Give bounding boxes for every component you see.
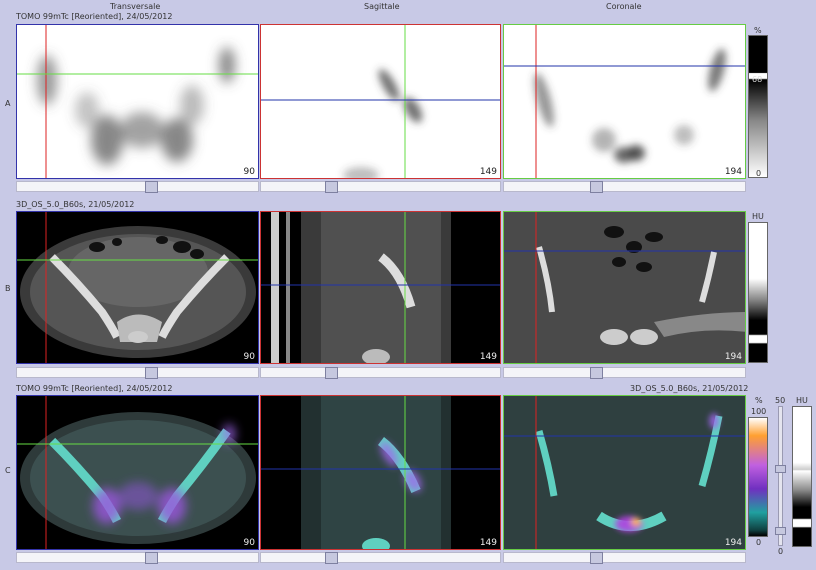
row-c-scale-max: 100: [751, 407, 767, 416]
slice-number: 194: [724, 167, 742, 177]
slider-thumb[interactable]: [145, 181, 158, 193]
row-c-transversal-slider[interactable]: [16, 552, 259, 563]
row-b-intensity-scale: [748, 222, 768, 363]
slice-number: 149: [479, 167, 497, 177]
row-c-title-left: TOMO 99mTc [Reoriented], 24/05/2012: [16, 384, 173, 393]
row-c-scale-min: 0: [756, 538, 762, 547]
row-a-sagittal-view[interactable]: 149: [260, 24, 501, 179]
header-coronale: Coronale: [606, 2, 642, 11]
row-b-title: 3D_OS_5.0_B60s, 21/05/2012: [16, 200, 135, 209]
slice-number: 194: [724, 538, 742, 548]
row-a-coronal-slider[interactable]: [503, 181, 746, 192]
row-a-letter: A: [5, 99, 11, 108]
slice-number: 90: [243, 352, 255, 362]
row-a-transversal-slider[interactable]: [16, 181, 259, 192]
row-c-scale-unit-hu: HU: [796, 396, 808, 405]
row-b-transversal-slider[interactable]: [16, 367, 259, 378]
slice-number: 149: [479, 352, 497, 362]
row-a-scale-unit: %: [754, 26, 762, 35]
slider-thumb[interactable]: [325, 367, 338, 379]
row-a-coronal-view[interactable]: 194: [503, 24, 746, 179]
slider-thumb[interactable]: [775, 527, 786, 535]
row-c-vslider-min: 0: [778, 547, 784, 556]
row-a-sagittal-slider[interactable]: [260, 181, 501, 192]
slider-thumb[interactable]: [145, 367, 158, 379]
row-b-scale-unit: HU: [752, 212, 764, 221]
row-c-letter: C: [5, 466, 11, 475]
slider-thumb[interactable]: [590, 552, 603, 564]
row-c-vslider-max: 50: [775, 396, 786, 405]
slider-thumb[interactable]: [590, 367, 603, 379]
header-sagittale: Sagittale: [364, 2, 400, 11]
row-a-scale-min: 0: [756, 169, 762, 178]
row-b-sagittal-slider[interactable]: [260, 367, 501, 378]
slice-number: 90: [243, 167, 255, 177]
row-c-scale-unit-pct: %: [755, 396, 763, 405]
slider-thumb[interactable]: [775, 465, 786, 473]
row-a-title: TOMO 99mTc [Reoriented], 24/05/2012: [16, 12, 173, 21]
row-c-sagittal-slider[interactable]: [260, 552, 501, 563]
row-c-title-right: 3D_OS_5.0_B60s, 21/05/2012: [630, 384, 749, 393]
row-c-coronal-view[interactable]: 194: [503, 395, 746, 550]
row-a-intensity-scale: [748, 35, 768, 178]
header-transversale: Transversale: [110, 2, 161, 11]
row-b-letter: B: [5, 284, 11, 293]
row-b-sagittal-view[interactable]: 149: [260, 211, 501, 364]
slider-thumb[interactable]: [590, 181, 603, 193]
row-c-threshold-slider[interactable]: [778, 406, 783, 546]
row-a-scale-mid: 68: [752, 75, 763, 84]
slice-number: 90: [243, 538, 255, 548]
row-b-coronal-slider[interactable]: [503, 367, 746, 378]
slice-number: 194: [724, 352, 742, 362]
slider-thumb[interactable]: [325, 181, 338, 193]
row-c-coronal-slider[interactable]: [503, 552, 746, 563]
row-c-sagittal-view[interactable]: 149: [260, 395, 501, 550]
row-b-transversal-view[interactable]: 90: [16, 211, 259, 364]
slice-number: 149: [479, 538, 497, 548]
slider-thumb[interactable]: [325, 552, 338, 564]
row-c-transversal-view[interactable]: 90: [16, 395, 259, 550]
slider-thumb[interactable]: [145, 552, 158, 564]
row-c-color-scale: [748, 417, 768, 537]
row-c-hu-scale: [792, 406, 812, 547]
row-a-transversal-view[interactable]: 90: [16, 24, 259, 179]
row-b-coronal-view[interactable]: 194: [503, 211, 746, 364]
